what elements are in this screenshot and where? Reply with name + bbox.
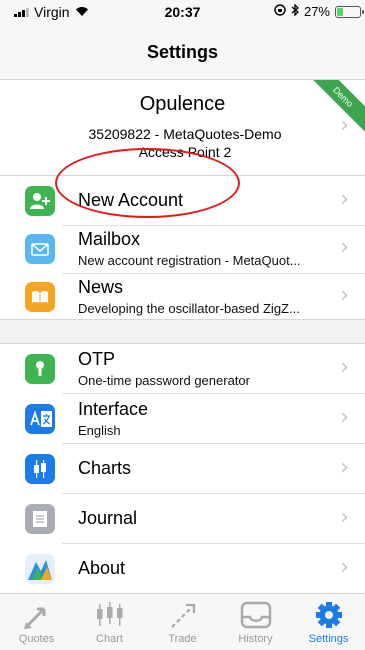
candlestick-icon <box>25 454 55 484</box>
account-server-line-2: Access Point 2 <box>138 144 232 160</box>
account-server-line-1: 35209822 - MetaQuotes-Demo <box>88 126 282 142</box>
menu-item-mailbox[interactable]: Mailbox New account registration - MetaQ… <box>0 224 365 274</box>
metatrader-logo-icon <box>25 554 55 584</box>
chevron-right-icon: › <box>340 555 349 580</box>
tab-label: Settings <box>308 633 349 645</box>
tab-settings[interactable]: Settings <box>292 594 365 650</box>
menu-item-subtitle: New account registration - MetaQuot... <box>78 253 301 268</box>
chevron-right-icon: › <box>340 113 349 138</box>
menu-item-label: News <box>78 277 124 297</box>
menu-group-top: New Account › Mailbox New account regist… <box>0 175 365 320</box>
book-icon <box>25 282 55 312</box>
chevron-right-icon: › <box>340 355 349 380</box>
menu-item-label: About <box>78 558 126 578</box>
menu-item-news[interactable]: News Developing the oscillator-based Zig… <box>0 272 365 322</box>
tab-bar: Quotes Chart Trade History Settings <box>0 593 365 650</box>
menu-item-subtitle: English <box>78 423 121 438</box>
tab-quotes[interactable]: Quotes <box>0 594 73 650</box>
bluetooth-icon <box>291 3 299 19</box>
chevron-right-icon: › <box>340 405 349 430</box>
navigation-bar: Settings <box>0 24 365 80</box>
menu-item-label: Journal <box>78 508 138 528</box>
tab-history[interactable]: History <box>219 594 292 650</box>
tab-label: Trade <box>168 633 197 645</box>
menu-item-label: Interface <box>78 399 149 419</box>
menu-item-otp[interactable]: OTP One-time password generator › <box>0 344 365 394</box>
status-right: 27% <box>274 3 364 19</box>
tab-chart[interactable]: Chart <box>73 594 146 650</box>
account-name: Opulence <box>139 93 226 115</box>
menu-item-about[interactable]: About › <box>0 544 365 594</box>
settings-gear-icon <box>312 600 346 630</box>
tab-label: Chart <box>96 633 123 645</box>
journal-icon <box>25 504 55 534</box>
menu-item-label: New Account <box>78 190 184 210</box>
menu-item-label: OTP <box>78 349 116 369</box>
menu-item-interface[interactable]: Interface English › <box>0 394 365 444</box>
battery-icon <box>335 5 364 18</box>
trade-icon <box>166 600 200 630</box>
menu-group-bottom: OTP One-time password generator › Interf… <box>0 343 365 593</box>
chevron-right-icon: › <box>340 283 349 308</box>
menu-item-label: Charts <box>78 458 132 478</box>
chevron-right-icon: › <box>340 187 349 212</box>
menu-item-label: Mailbox <box>78 229 141 249</box>
menu-item-subtitle: One-time password generator <box>78 373 250 388</box>
menu-item-charts[interactable]: Charts › <box>0 444 365 494</box>
key-icon <box>25 354 55 384</box>
orientation-lock-icon <box>274 4 286 19</box>
menu-item-journal[interactable]: Journal › <box>0 494 365 544</box>
add-user-icon <box>25 186 55 216</box>
history-tray-icon <box>239 600 273 630</box>
tab-trade[interactable]: Trade <box>146 594 219 650</box>
tab-label: History <box>238 633 273 645</box>
chart-candles-icon <box>93 600 127 630</box>
status-bar: Virgin 20:37 27% <box>0 0 365 24</box>
chevron-right-icon: › <box>340 235 349 260</box>
battery-percent: 27% <box>303 4 330 19</box>
translate-icon <box>25 404 55 434</box>
chevron-right-icon: › <box>340 455 349 480</box>
account-server: 35209822 - MetaQuotes-Demo Access Point … <box>60 125 310 161</box>
quotes-arrows-icon <box>20 600 54 630</box>
page-title: Settings <box>146 42 218 62</box>
chevron-right-icon: › <box>340 505 349 530</box>
menu-item-subtitle: Developing the oscillator-based ZigZ... <box>78 301 300 316</box>
tab-label: Quotes <box>18 633 55 645</box>
account-card[interactable]: Opulence 35209822 - MetaQuotes-Demo Acce… <box>0 80 365 175</box>
mail-icon <box>25 234 55 264</box>
menu-item-new-account[interactable]: New Account › <box>0 176 365 226</box>
